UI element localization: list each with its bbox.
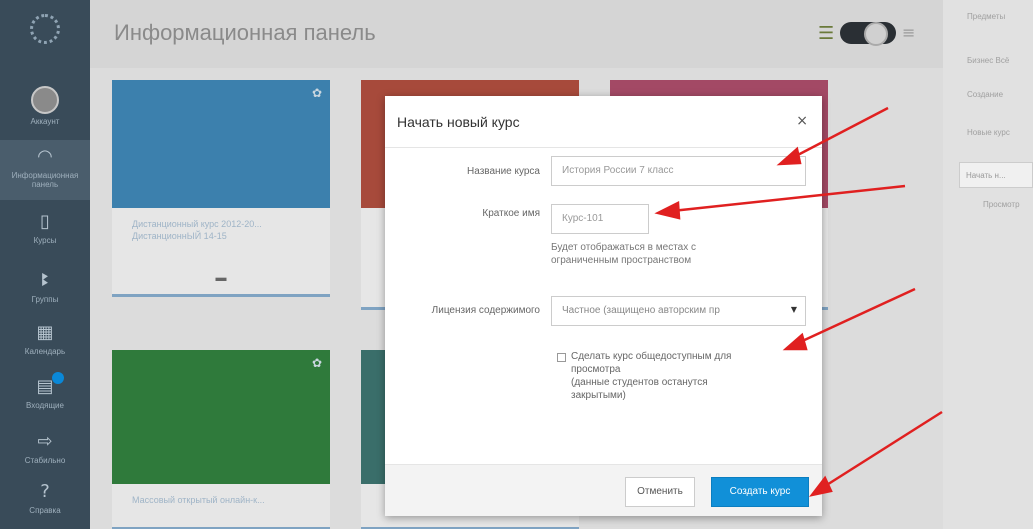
sidebar-item-label: Группы xyxy=(31,295,59,304)
short-name-label: Краткое имя xyxy=(482,208,540,219)
grid-view-icon[interactable]: ≡ xyxy=(902,23,915,42)
license-select[interactable]: Частное (защищено авторским пр ▼ xyxy=(551,296,806,326)
right-panel-text: Просмотр xyxy=(983,200,1020,209)
calendar-icon: ▦ xyxy=(36,322,54,343)
toggle-knob xyxy=(864,22,888,46)
card-title[interactable]: Дистанционный курс 2012-20... Дистанцион… xyxy=(112,208,330,272)
new-course-dialog: Начать новый курс × Название курса Истор… xyxy=(385,96,822,516)
card-title[interactable]: Массовый открытый онлайн-к... xyxy=(112,484,330,529)
sidebar-item-label: Входящие xyxy=(26,401,64,410)
sidebar-item-help[interactable]: ? Справка xyxy=(0,475,90,529)
cancel-button[interactable]: Отменить xyxy=(625,477,695,507)
sidebar-item-label: Календарь xyxy=(24,347,66,356)
public-label-line: закрытыми) xyxy=(571,390,626,401)
page-header: Информационная панель ☰ ≡ xyxy=(90,0,943,68)
public-label-line: просмотра xyxy=(571,364,621,375)
start-course-button[interactable]: Начать н... xyxy=(959,162,1033,188)
sidebar-item-inbox[interactable]: ▤ Входящие xyxy=(0,370,90,430)
course-name-input[interactable]: История России 7 класс xyxy=(551,156,806,186)
public-checkbox-label[interactable]: Сделать курс общедоступным для просмотра… xyxy=(571,350,801,402)
list-view-icon[interactable]: ☰ xyxy=(818,23,834,44)
dialog-header: Начать новый курс × xyxy=(385,96,822,148)
sidebar-item-label: Справка xyxy=(29,506,61,515)
notification-badge xyxy=(52,372,64,384)
right-panel-text: Бизнес Всё xyxy=(967,56,1010,65)
short-name-help: Будет отображаться в местах с ограниченн… xyxy=(551,242,697,266)
gear-icon[interactable]: ✿ xyxy=(312,356,322,370)
user-avatar xyxy=(31,86,59,114)
right-panel-text: Предметы xyxy=(967,12,1006,21)
right-panel-text: Создание xyxy=(967,90,1004,99)
book-icon: ▯ xyxy=(40,211,50,232)
users-icon: ꔪ xyxy=(40,270,50,291)
dialog-title: Начать новый курс xyxy=(397,114,520,130)
sidebar-item-label: Аккаунт xyxy=(30,117,60,126)
public-label-line: Сделать курс общедоступным для xyxy=(571,351,732,362)
caret-down-icon: ▼ xyxy=(790,305,797,314)
sidebar-item-label: Информационная панель xyxy=(11,171,79,189)
course-card[interactable]: ✿ Дистанционный курс 2012-20... Дистанци… xyxy=(112,80,330,297)
page-title: Информационная панель xyxy=(114,20,376,45)
close-icon[interactable]: × xyxy=(796,113,808,129)
gear-icon[interactable]: ✿ xyxy=(312,86,322,100)
course-card[interactable]: ✿ Массовый открытый онлайн-к... xyxy=(112,350,330,529)
annotation-arrow xyxy=(821,410,943,490)
sidebar-item-calendar[interactable]: ▦ Календарь xyxy=(0,316,90,376)
create-course-button[interactable]: Создать курс xyxy=(711,477,809,507)
sidebar-item-dashboard[interactable]: ◠ Информационная панель xyxy=(0,140,90,200)
sidebar-item-label: Курсы xyxy=(33,236,57,245)
public-checkbox[interactable] xyxy=(557,353,566,362)
sidebar-item-groups[interactable]: ꔪ Группы xyxy=(0,264,90,324)
sidebar: Аккаунт ◠ Информационная панель ▯ Курсы … xyxy=(0,0,90,529)
dialog-footer: Отменить Создать курс xyxy=(385,464,822,516)
sidebar-item-label: Стабильно xyxy=(24,456,66,465)
right-panel-text: Новые курс xyxy=(967,128,1010,137)
short-name-input[interactable]: Курс-101 xyxy=(551,204,649,234)
toggle-switch[interactable] xyxy=(840,22,896,46)
logo-icon[interactable] xyxy=(30,14,60,44)
arrow-icon: ⇨ xyxy=(37,431,53,452)
sidebar-item-account[interactable]: Аккаунт xyxy=(0,80,90,140)
card-thumbnail xyxy=(112,80,330,208)
license-label: Лицензия содержимого xyxy=(431,305,540,316)
card-thumbnail xyxy=(112,350,330,484)
dashboard-icon: ◠ xyxy=(37,146,53,167)
course-name-label: Название курса xyxy=(467,166,540,177)
discussion-icon[interactable]: ▬ xyxy=(112,272,330,294)
view-toggle[interactable]: ☰ ≡ xyxy=(818,20,918,46)
public-label-line: (данные студентов останутся xyxy=(571,377,708,388)
license-selected-value: Частное (защищено авторским пр xyxy=(562,305,720,316)
sidebar-item-courses[interactable]: ▯ Курсы xyxy=(0,205,90,265)
right-panel: Предметы Бизнес Всё Создание Новые курс … xyxy=(943,0,1033,529)
help-icon: ? xyxy=(40,481,50,502)
